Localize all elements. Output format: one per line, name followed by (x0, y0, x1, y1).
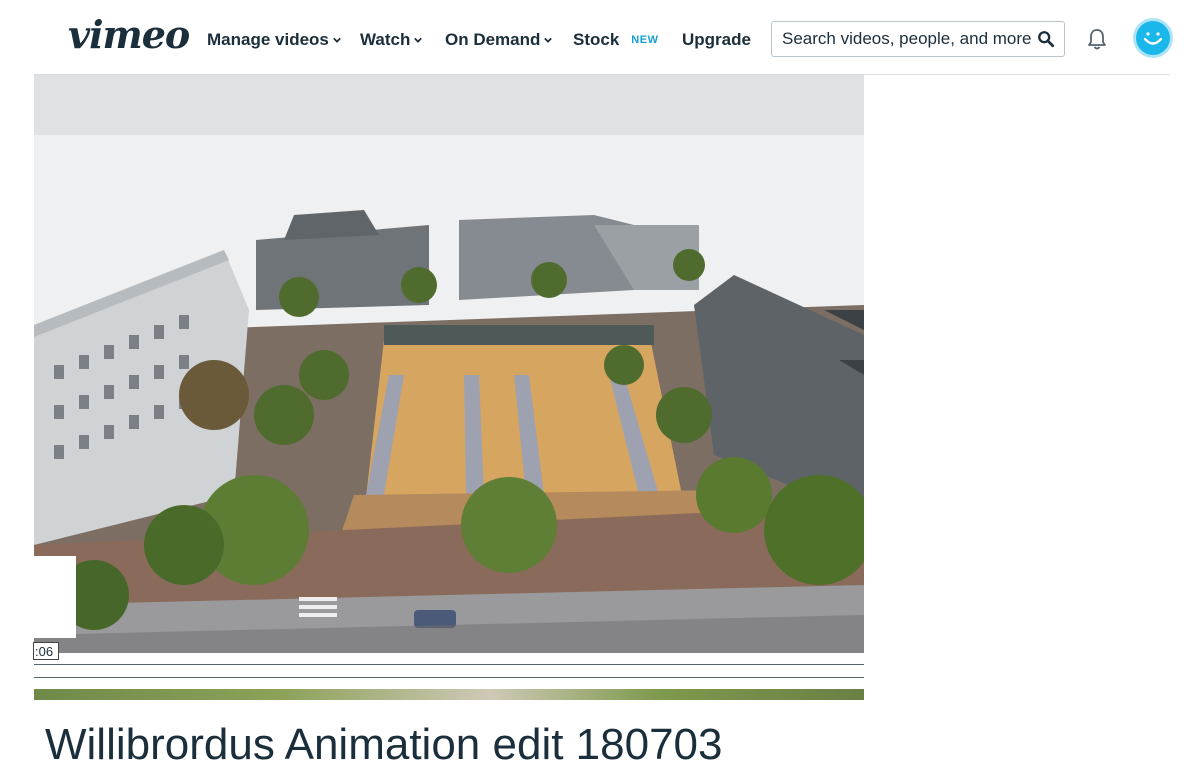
nav-manage-videos[interactable]: Manage videos (207, 30, 341, 50)
nav-upgrade-label: Upgrade (682, 30, 751, 49)
video-player[interactable] (34, 75, 864, 653)
progress-bar[interactable] (34, 664, 864, 665)
vimeo-logo[interactable]: vimeo (68, 12, 190, 57)
nav-on-demand-label: On Demand (445, 30, 541, 49)
nav-on-demand[interactable]: On Demand (445, 30, 553, 50)
search-input[interactable] (782, 22, 1032, 56)
nav-watch-label: Watch (360, 30, 411, 49)
nav-manage-videos-label: Manage videos (207, 30, 329, 49)
chevron-down-icon (544, 37, 553, 43)
search-box (771, 21, 1065, 57)
chevron-down-icon (414, 37, 423, 43)
player-side-panel (34, 556, 76, 638)
nav-watch[interactable]: Watch (360, 30, 423, 50)
search-icon[interactable] (1037, 30, 1055, 48)
thumbnail-strip (34, 689, 864, 700)
video-title: Willibrordus Animation edit 180703 (45, 720, 723, 769)
timecode-label: :06 (33, 642, 59, 660)
avatar[interactable] (1133, 18, 1173, 58)
nav-upgrade[interactable]: Upgrade (682, 30, 751, 50)
progress-track (34, 677, 864, 678)
new-badge: NEW (631, 34, 659, 46)
video-frame (34, 75, 864, 653)
nav-stock[interactable]: Stock NEW (573, 30, 658, 50)
chevron-down-icon (333, 37, 341, 43)
site-header: vimeo Manage videos Watch On Demand Stoc… (0, 0, 1200, 76)
bell-icon[interactable] (1086, 27, 1108, 51)
nav-stock-label: Stock (573, 30, 620, 49)
avatar-face-icon (1136, 21, 1170, 55)
